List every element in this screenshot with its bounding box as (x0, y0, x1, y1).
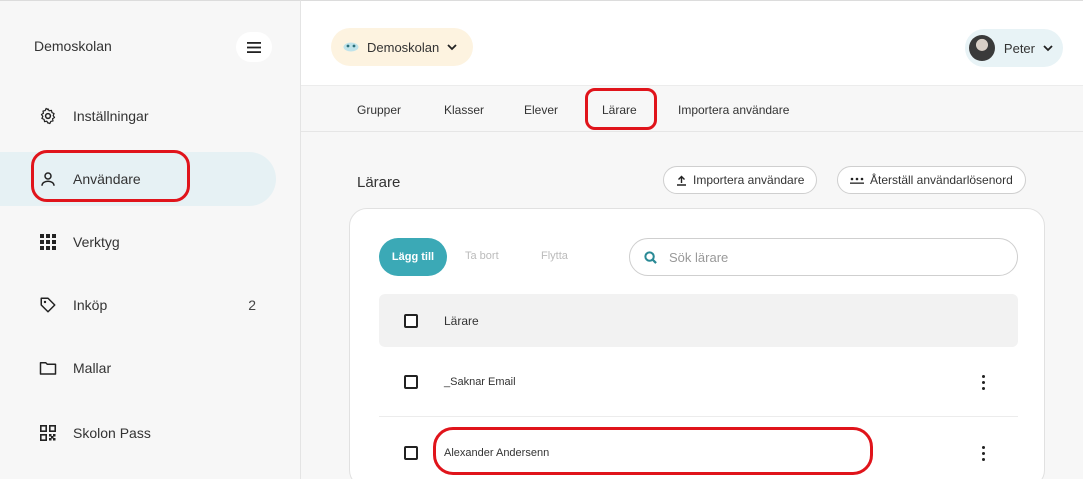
tab-importera-anvandare[interactable]: Importera användare (678, 103, 789, 117)
column-header-larare: Lärare (444, 313, 479, 328)
import-users-label: Importera användare (693, 173, 805, 187)
more-options-icon[interactable] (982, 375, 986, 393)
user-name: Peter (1003, 40, 1035, 56)
tab-grupper[interactable]: Grupper (357, 103, 401, 117)
table-row[interactable]: Alexander Andersenn (379, 418, 1018, 479)
chevron-down-icon (447, 43, 457, 50)
teachers-card: Lägg till Ta bort Flytta Sök lärare Lära… (349, 208, 1045, 479)
hamburger-icon (247, 41, 261, 53)
school-logo-icon (343, 42, 359, 52)
tab-bar: Grupper Klasser Elever Lärare Importera … (301, 86, 1083, 132)
sidebar-item-verktyg[interactable]: Verktyg (0, 215, 276, 269)
school-name: Demoskolan (34, 38, 112, 54)
sidebar-item-installningar[interactable]: Inställningar (0, 89, 276, 143)
gear-icon (38, 106, 58, 126)
sidebar-item-inkop[interactable]: Inköp 2 (0, 278, 276, 332)
sidebar: Demoskolan Inställningar Användare Verkt… (0, 0, 301, 479)
user-menu[interactable]: Peter (964, 29, 1063, 67)
table-header: Lärare (379, 294, 1018, 347)
more-options-icon[interactable] (982, 446, 986, 464)
menu-toggle-button[interactable] (236, 32, 272, 62)
chevron-down-icon (1043, 44, 1053, 51)
tag-icon (38, 295, 58, 315)
select-all-checkbox[interactable] (404, 313, 418, 328)
sidebar-item-anvandare[interactable]: Användare (0, 152, 276, 206)
row-checkbox[interactable] (404, 374, 418, 389)
tab-klasser[interactable]: Klasser (444, 103, 484, 117)
add-button[interactable]: Lägg till (379, 238, 447, 276)
password-dots-icon (850, 177, 864, 184)
sidebar-item-skolon-pass[interactable]: Skolon Pass (0, 406, 276, 460)
user-icon (38, 169, 58, 189)
teacher-name: _Saknar Email (444, 375, 516, 388)
table-row[interactable]: _Saknar Email (379, 347, 1018, 417)
qr-icon (38, 423, 58, 443)
teacher-name: Alexander Andersenn (444, 447, 550, 459)
inkop-count-badge: 2 (248, 297, 256, 313)
school-selector-label: Demoskolan (367, 39, 440, 55)
folder-icon (38, 358, 58, 378)
top-bar: Demoskolan Peter (301, 0, 1083, 86)
sidebar-item-label: Användare (73, 171, 141, 187)
avatar (968, 35, 995, 61)
row-checkbox[interactable] (404, 446, 418, 460)
school-selector[interactable]: Demoskolan (331, 28, 474, 66)
sidebar-item-mallar[interactable]: Mallar (0, 341, 276, 395)
reset-passwords-button[interactable]: Återställ användarlösenord (837, 166, 1026, 194)
sidebar-item-label: Inköp (73, 297, 108, 313)
tab-elever[interactable]: Elever (524, 103, 558, 117)
tab-larare[interactable]: Lärare (602, 103, 637, 117)
main-content: Lärare Importera användare Återställ anv… (301, 132, 1083, 479)
upload-icon (677, 175, 686, 186)
sidebar-item-label: Skolon Pass (73, 425, 151, 441)
sidebar-item-label: Inställningar (73, 108, 149, 124)
sidebar-item-label: Verktyg (73, 234, 120, 250)
reset-passwords-label: Återställ användarlösenord (870, 173, 1013, 187)
move-button[interactable]: Flytta (541, 250, 568, 262)
search-icon (644, 250, 657, 264)
sidebar-item-label: Mallar (73, 360, 112, 376)
search-placeholder: Sök lärare (669, 249, 729, 265)
import-users-button[interactable]: Importera användare (663, 166, 818, 194)
remove-button[interactable]: Ta bort (465, 250, 499, 262)
page-title: Lärare (357, 174, 401, 191)
grid-icon (38, 232, 58, 252)
search-input[interactable]: Sök lärare (629, 238, 1018, 276)
